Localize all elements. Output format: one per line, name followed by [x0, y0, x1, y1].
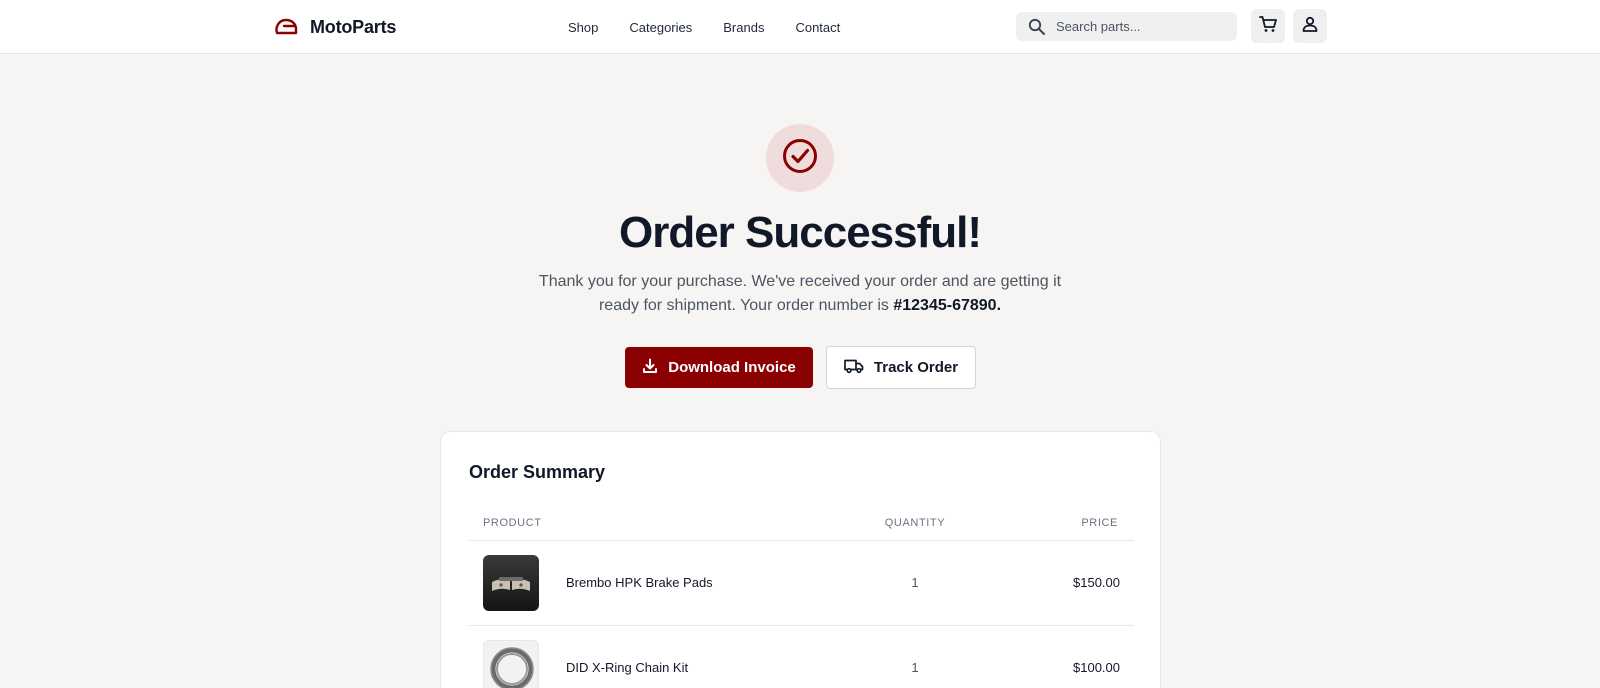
brand-logo[interactable]: MotoParts	[274, 13, 396, 41]
search-input[interactable]	[1056, 19, 1226, 34]
column-header-quantity: QUANTITY	[884, 517, 946, 529]
account-button[interactable]	[1293, 9, 1327, 43]
column-header-product: PRODUCT	[483, 517, 542, 529]
nav-categories[interactable]: Categories	[629, 20, 692, 35]
search-box	[1016, 12, 1237, 41]
cart-icon	[1258, 14, 1278, 39]
product-quantity: 1	[911, 660, 919, 675]
success-badge	[766, 124, 834, 192]
nav-shop[interactable]: Shop	[568, 20, 598, 35]
track-order-label: Track Order	[873, 359, 959, 376]
brake-pads-image	[483, 555, 539, 611]
table-row: DID X-Ring Chain Kit 1 $100.00	[469, 626, 1134, 688]
order-summary-card: Order Summary PRODUCT QUANTITY PRICE Bre…	[440, 431, 1161, 688]
check-circle-icon	[781, 137, 819, 180]
product-price: $100.00	[1073, 660, 1120, 675]
table-row: Brembo HPK Brake Pads 1 $150.00	[469, 541, 1134, 625]
order-number: #12345-67890.	[893, 297, 1002, 314]
download-icon	[642, 358, 658, 378]
top-navbar: MotoParts Shop Categories Brands Contact	[0, 0, 1600, 54]
helmet-icon	[274, 15, 298, 39]
search-icon	[1028, 18, 1046, 36]
user-icon	[1301, 15, 1319, 38]
page-title: Order Successful!	[618, 208, 982, 257]
brand-name: MotoParts	[310, 16, 397, 37]
track-order-button[interactable]: Track Order	[826, 346, 976, 389]
order-summary-title: Order Summary	[469, 462, 606, 482]
confirmation-message: Thank you for your purchase. We've recei…	[520, 270, 1080, 318]
nav-contact[interactable]: Contact	[795, 20, 840, 35]
main-nav: Shop Categories Brands Contact	[568, 16, 840, 38]
product-name: DID X-Ring Chain Kit	[566, 660, 689, 675]
nav-brands[interactable]: Brands	[723, 20, 764, 35]
download-invoice-label: Download Invoice	[668, 359, 796, 376]
product-quantity: 1	[911, 575, 919, 590]
column-header-price: PRICE	[1081, 517, 1118, 529]
product-price: $150.00	[1073, 575, 1120, 590]
download-invoice-button[interactable]: Download Invoice	[625, 347, 813, 388]
truck-icon	[844, 358, 864, 378]
chain-kit-image	[483, 640, 539, 688]
cart-button[interactable]	[1251, 9, 1285, 43]
product-name: Brembo HPK Brake Pads	[566, 575, 713, 590]
